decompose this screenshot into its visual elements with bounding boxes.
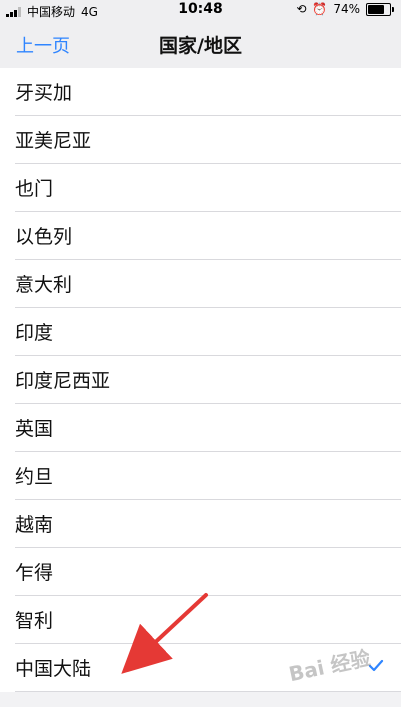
annotation-arrow <box>121 593 208 674</box>
